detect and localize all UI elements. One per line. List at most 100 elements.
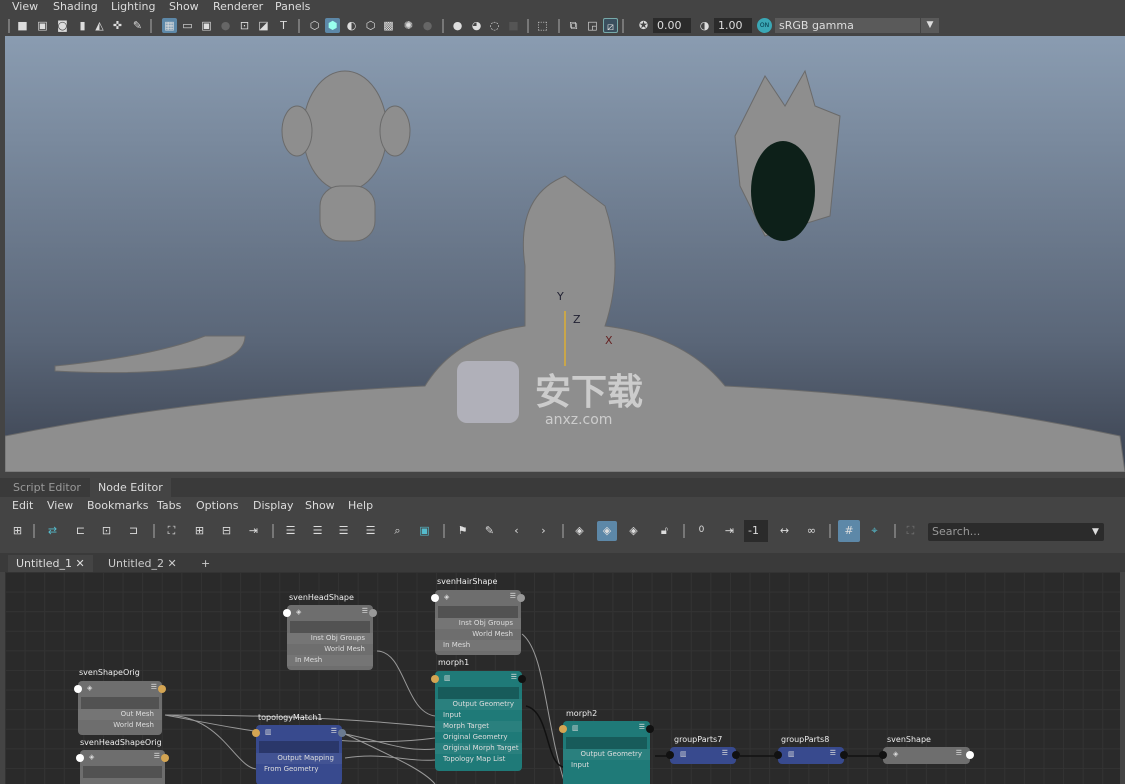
node-svenheadshape[interactable]: ◈ ☰ Inst Obj Groups World Mesh In Mesh [283,605,377,670]
attr[interactable]: From Geometry [256,764,342,775]
input-port[interactable] [666,751,674,759]
input-output-icon[interactable]: ⊡ [99,523,114,538]
node-svenheadshapeorig[interactable]: ◈ ☰ [76,750,169,784]
menu-view[interactable]: View [47,499,73,512]
exposure-field[interactable]: 0.00 [653,18,691,33]
exposure-icon[interactable]: ✪ [636,18,651,33]
gate-mask-icon[interactable]: ● [218,18,233,33]
menu-help[interactable]: Help [348,499,373,512]
frame-icon[interactable]: ✜ [110,18,125,33]
attr[interactable]: World Mesh [435,629,521,640]
camera-icon[interactable]: ■ [15,18,30,33]
add-node-icon[interactable]: ⊞ [10,523,25,538]
bookmark-prev-icon[interactable]: ‹ [509,523,524,538]
safe-action-icon[interactable]: ◪ [256,18,271,33]
input-connections-icon[interactable]: ⊏ [73,523,88,538]
attribute-view-icon[interactable]: ◈ [597,521,617,541]
menu-renderer[interactable]: Renderer [213,0,263,13]
menu-icon[interactable]: ☰ [830,749,836,757]
attribute-filter-icon[interactable]: ◈ [572,523,587,538]
menu-display[interactable]: Display [253,499,294,512]
output-port[interactable] [517,594,525,602]
menu-panels[interactable]: Panels [275,0,310,13]
bookmark-add-icon[interactable]: ⚑ [455,523,470,538]
search-input[interactable]: Search... [928,523,1104,541]
xray-components-icon[interactable]: ⧄ [603,18,618,33]
node-svenshapeorig[interactable]: ◈ ☰ Out Mesh World Mesh [74,681,166,735]
bookmark-next-icon[interactable]: › [536,523,551,538]
output-connections-icon[interactable]: ⊐ [126,523,141,538]
shadows-icon[interactable]: ● [420,18,435,33]
smooth-shade-icon[interactable]: ⬢ [325,18,340,33]
output-port[interactable] [338,729,346,737]
close-icon[interactable]: ✕ [168,557,177,570]
bookmark-edit-icon[interactable]: ✎ [482,523,497,538]
search-dropdown-icon[interactable]: ▼ [1088,525,1103,540]
attr[interactable]: Output Geometry [435,699,522,710]
node-topologymatch1[interactable]: ▥ ☰ Output Mapping From Geometry [252,725,346,784]
bookmark-icon[interactable]: ▮ [75,18,90,33]
xray-joints-icon[interactable]: ◲ [585,18,600,33]
3d-viewport[interactable]: Y Z X 安下载 anxz.com [5,36,1125,472]
input-port[interactable] [76,754,84,762]
attr[interactable]: Original Morph Target [435,743,522,754]
attr[interactable]: Output Geometry [563,749,650,760]
swap-icon[interactable]: ⇄ [45,523,60,538]
menu-icon[interactable]: ☰ [511,673,517,681]
attr[interactable]: Inst Obj Groups [287,633,373,644]
depth-of-field-icon[interactable]: ■ [506,18,521,33]
menu-edit[interactable]: Edit [12,499,33,512]
output-port[interactable] [732,751,740,759]
input-port[interactable] [774,751,782,759]
output-port[interactable] [840,751,848,759]
default-material-icon[interactable]: ◐ [344,18,359,33]
attr[interactable]: World Mesh [287,644,373,655]
attr[interactable]: Input [563,760,650,771]
menu-view[interactable]: View [12,0,38,13]
wireframe-icon[interactable]: ⬡ [307,18,322,33]
menu-icon[interactable]: ☰ [362,607,368,615]
menu-icon[interactable]: ☰ [154,752,160,760]
attr[interactable]: World Mesh [78,720,162,731]
output-port[interactable] [158,685,166,693]
tab-script-editor[interactable]: Script Editor [5,478,89,497]
menu-icon[interactable]: ☰ [151,683,157,691]
isolate-select-icon[interactable]: ⬚ [535,18,550,33]
gamma-field[interactable]: 1.00 [714,18,752,33]
menu-icon[interactable]: ☰ [639,723,645,731]
connected-mode-icon[interactable]: ☰ [310,523,325,538]
color-management-toggle[interactable]: ON [757,18,772,33]
node-svenshape[interactable]: ◈ ☰ [879,747,974,764]
menu-lighting[interactable]: Lighting [111,0,155,13]
attr[interactable]: Input [435,710,522,721]
attr[interactable]: Morph Target [435,721,522,732]
menu-shading[interactable]: Shading [53,0,98,13]
simple-mode-icon[interactable]: ☰ [283,523,298,538]
tab-untitled-2[interactable]: Untitled_2 ✕ [100,555,185,572]
node-graph-canvas[interactable]: svenHeadShape ◈ ☰ Inst Obj Groups World M… [5,572,1120,784]
output-port[interactable] [646,725,654,733]
magnet-grid-icon[interactable]: ⌖ [867,523,882,538]
film-gate-icon[interactable]: ▭ [180,18,195,33]
attribute-hide-icon[interactable]: ◈ [626,523,641,538]
spacing-field[interactable]: -1 [744,520,768,542]
screen-space-ao-icon[interactable]: ● [450,18,465,33]
pen-icon[interactable]: ✎ [130,18,145,33]
layout-icon[interactable]: ⇥ [246,523,261,538]
attr[interactable]: Output Mapping [256,753,342,764]
node-groupparts7[interactable]: ▥ ☰ [666,747,740,764]
tab-untitled-1[interactable]: Untitled_1 ✕ [8,555,93,572]
menu-icon[interactable]: ☰ [510,592,516,600]
chevron-down-icon[interactable]: ▼ [921,18,939,33]
graph-icon[interactable]: ▣ [417,523,432,538]
textured-icon[interactable]: ▩ [381,18,396,33]
attr[interactable]: Original Geometry [435,732,522,743]
image-plane-icon[interactable]: ◭ [92,18,107,33]
search-icon[interactable]: ⌕ [390,523,405,538]
antialiasing-icon[interactable]: ◌ [487,18,502,33]
zero-spacing-icon[interactable]: 0 [694,523,709,538]
remove-selected-icon[interactable]: ⊟ [219,523,234,538]
input-port[interactable] [283,609,291,617]
menu-icon[interactable]: ☰ [331,727,337,735]
add-tab-button[interactable]: + [193,555,218,572]
